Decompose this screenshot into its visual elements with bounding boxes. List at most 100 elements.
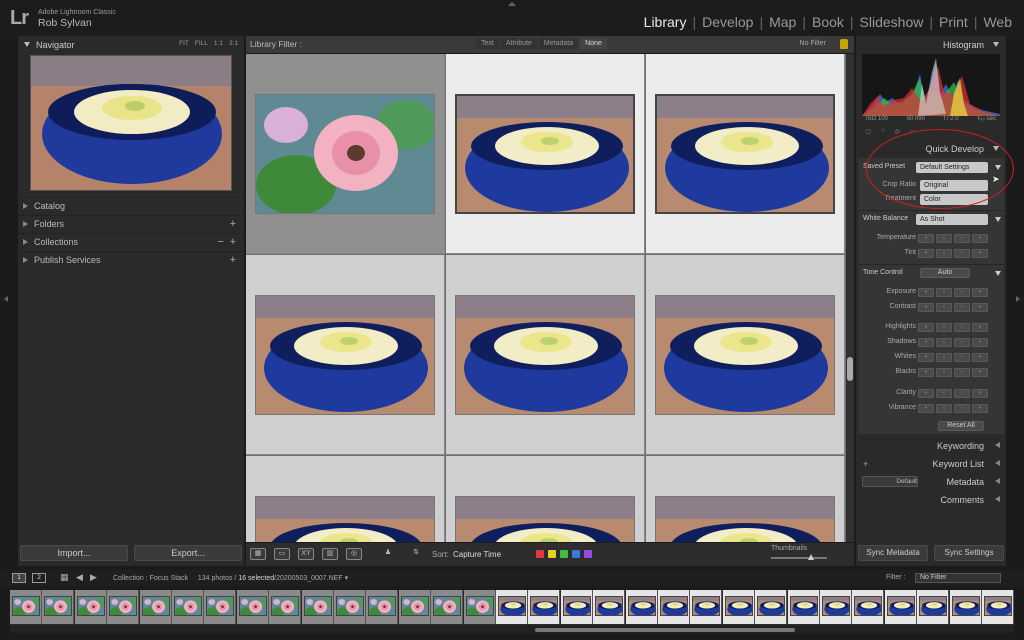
grid-icon[interactable]: ▦ [60, 572, 69, 583]
histogram-header[interactable]: Histogram [856, 36, 1006, 54]
main-window-button[interactable]: 1 [12, 573, 26, 583]
filmstrip-thumbnail[interactable] [528, 590, 561, 624]
tint-buttons[interactable]: «‹ ›» [918, 249, 988, 258]
filmstrip-thumbnail[interactable] [172, 590, 204, 624]
filter-tab-metadata[interactable]: Metadata [538, 38, 579, 49]
filmstrip-thumbnail[interactable] [107, 590, 140, 624]
grid-cell[interactable] [646, 456, 845, 542]
comments-header[interactable]: Comments [856, 491, 1006, 509]
highlights-buttons[interactable]: «‹ ›» [918, 323, 988, 332]
expand-triangle-icon[interactable] [995, 217, 1001, 222]
metadata-preset-select[interactable]: Default [862, 476, 918, 487]
zoom-3-1[interactable]: 3:1 [229, 40, 238, 47]
filmstrip-thumbnail[interactable] [269, 590, 302, 624]
crop-icon[interactable]: ◻ [866, 128, 871, 138]
survey-view-icon[interactable]: ▥ [322, 548, 338, 560]
collapse-top-arrow-icon[interactable] [508, 2, 516, 6]
grid-cell[interactable] [446, 255, 645, 455]
second-window-button[interactable]: 2 [32, 573, 46, 583]
compare-view-icon[interactable]: XY [298, 548, 314, 560]
back-arrow-icon[interactable]: ◀ [76, 572, 83, 583]
spot-icon[interactable]: ○ [881, 128, 885, 138]
grid-cell[interactable] [646, 255, 845, 455]
filmstrip-thumbnail[interactable] [334, 590, 366, 624]
photo-thumbnail[interactable] [255, 94, 435, 214]
filmstrip-thumbnail[interactable] [852, 590, 885, 624]
filmstrip-scrollbar[interactable] [10, 627, 1014, 633]
photo-thumbnail[interactable] [655, 496, 835, 542]
filmstrip-thumbnail[interactable] [560, 590, 593, 624]
photo-thumbnail[interactable] [655, 94, 835, 214]
filmstrip-thumbnail[interactable] [690, 590, 723, 624]
grid-cell[interactable] [246, 255, 445, 455]
painter-spray-can-icon[interactable]: ♟ [380, 548, 396, 560]
add-collection-plus-icon[interactable]: + [230, 236, 236, 248]
module-print[interactable]: Print [933, 14, 974, 30]
collections-section[interactable]: Collections − + [18, 233, 244, 250]
filter-tab-text[interactable]: Text [476, 38, 499, 49]
zoom-fit[interactable]: FIT [179, 40, 189, 47]
collapse-right-arrow-icon[interactable] [1016, 296, 1020, 302]
grid-cell[interactable] [446, 456, 645, 542]
filmstrip-thumbnail[interactable] [42, 590, 75, 624]
module-develop[interactable]: Develop [696, 14, 759, 30]
filmstrip-thumbnail[interactable] [820, 590, 852, 624]
lock-icon[interactable] [840, 39, 848, 49]
expand-triangle-icon[interactable] [995, 271, 1001, 276]
keyword-list-header[interactable]: + Keyword List [856, 455, 1006, 473]
grid-cell[interactable] [246, 54, 445, 254]
sort-select[interactable]: Capture Time [453, 550, 501, 559]
yellow-label-swatch[interactable] [548, 550, 556, 558]
metadata-header[interactable]: Default Metadata [856, 473, 1006, 491]
white-balance-select[interactable]: As Shot [916, 214, 988, 225]
folders-section[interactable]: Folders + [18, 215, 244, 232]
photo-thumbnail[interactable] [455, 496, 635, 542]
loupe-view-icon[interactable]: ▭ [274, 548, 290, 560]
green-label-swatch[interactable] [560, 550, 568, 558]
navigator-header[interactable]: Navigator FIT FILL 1:1 3:1 [18, 36, 244, 53]
people-view-icon[interactable]: ◎ [346, 548, 362, 560]
keywording-header[interactable]: Keywording [856, 437, 1006, 455]
sort-direction-icon[interactable]: ⇅ [408, 548, 424, 560]
photo-thumbnail[interactable] [455, 295, 635, 415]
filmstrip-thumbnail[interactable] [366, 590, 399, 624]
module-library[interactable]: Library [638, 14, 693, 30]
module-book[interactable]: Book [806, 14, 850, 30]
grid-cell[interactable] [446, 54, 645, 254]
sync-metadata-button[interactable]: Sync Metadata [858, 545, 928, 561]
add-publish-service-plus-icon[interactable]: + [230, 254, 236, 266]
filmstrip-filter-select[interactable]: No Filter [915, 573, 1001, 583]
grid-scrollbar-thumb[interactable] [847, 357, 853, 381]
filmstrip-thumbnail[interactable] [593, 590, 626, 624]
filmstrip-thumbnail[interactable] [496, 590, 528, 624]
filmstrip-thumbnail[interactable] [949, 590, 982, 624]
shadows-buttons[interactable]: «‹ ›» [918, 338, 988, 347]
filmstrip-scrollbar-thumb[interactable] [535, 628, 795, 632]
thumbnail-size-slider[interactable] [771, 557, 827, 559]
filmstrip-thumbnail[interactable] [236, 590, 269, 624]
module-slideshow[interactable]: Slideshow [854, 14, 930, 30]
blue-label-swatch[interactable] [572, 550, 580, 558]
zoom-1-1[interactable]: 1:1 [214, 40, 223, 47]
filmstrip-thumbnail[interactable] [722, 590, 755, 624]
filter-tab-none[interactable]: None [580, 38, 607, 49]
grid-view-icon[interactable]: ▦ [250, 548, 266, 560]
filmstrip-thumbnail[interactable] [625, 590, 658, 624]
filmstrip-thumbnail[interactable] [884, 590, 917, 624]
filmstrip-thumbnail[interactable] [204, 590, 237, 624]
filmstrip-thumbnail[interactable] [917, 590, 950, 624]
clarity-buttons[interactable]: «‹ ›» [918, 389, 988, 398]
publish-services-section[interactable]: Publish Services + [18, 251, 244, 268]
blacks-buttons[interactable]: «‹ ›» [918, 368, 988, 377]
filmstrip-thumbnail[interactable] [301, 590, 334, 624]
thumbnail-size-knob[interactable] [808, 554, 814, 560]
filmstrip-thumbnail[interactable] [431, 590, 464, 624]
forward-arrow-icon[interactable]: ▶ [90, 572, 97, 583]
import-button[interactable]: Import... [20, 545, 128, 561]
contrast-buttons[interactable]: «‹ ›» [918, 303, 988, 312]
add-keyword-plus-icon[interactable]: + [863, 455, 868, 473]
vibrance-buttons[interactable]: «‹ ›» [918, 404, 988, 413]
zoom-fill[interactable]: FILL [195, 40, 208, 47]
remove-collection-minus-icon[interactable]: − [218, 236, 224, 248]
exposure-buttons[interactable]: «‹ ›» [918, 288, 988, 297]
